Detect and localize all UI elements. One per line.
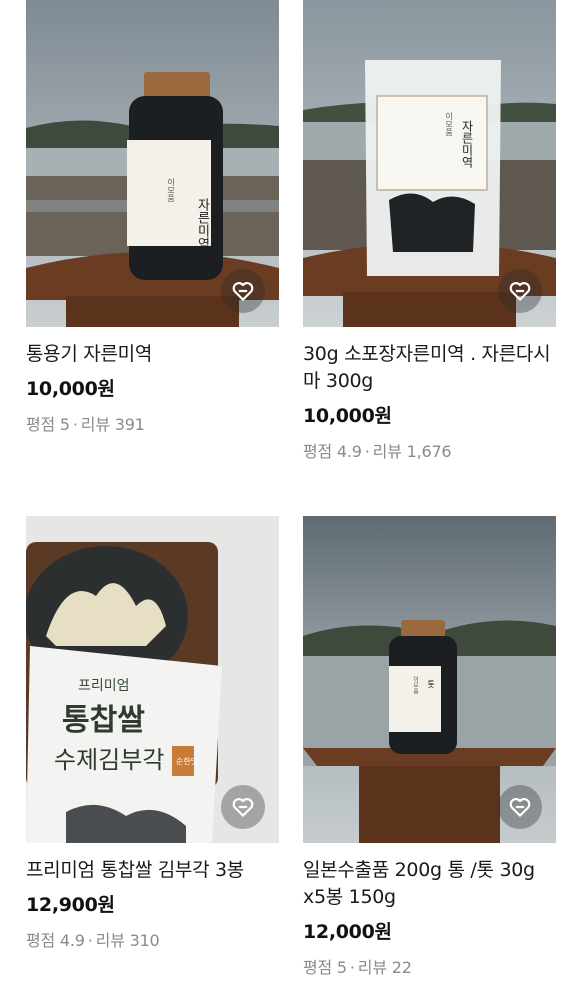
product-price: 10,000원 (26, 378, 115, 400)
product-name[interactable]: 30g 소포장자른미역 . 자른다시마 300g (303, 341, 556, 395)
review-count: 리뷰 1,676 (372, 442, 452, 461)
product-name[interactable]: 프리미엄 통찹쌀 김부각 3봉 (26, 857, 279, 884)
product-card[interactable]: 프리미엄 통찹쌀 수제김부각 순한맛 프리미엄 통찹쌀 김부각 3봉 12,90… (26, 516, 279, 951)
separator: · (72, 415, 78, 434)
review-count: 리뷰 22 (357, 958, 412, 977)
wishlist-button[interactable] (221, 269, 265, 313)
product-price: 10,000원 (303, 405, 392, 427)
product-image[interactable]: 프리미엄 통찹쌀 수제김부각 순한맛 (26, 516, 279, 843)
pouch-brand-text: 이모품 (445, 111, 454, 136)
product-meta: 평점 5 · 리뷰 22 (303, 954, 556, 978)
product-name[interactable]: 일본수출품 200g 통 /톳 30g x5봉 150g (303, 857, 556, 911)
wishlist-button[interactable] (221, 785, 265, 829)
product-image[interactable]: 자른미역 이모품 (26, 0, 279, 327)
product-meta: 평점 4.9 · 리뷰 310 (26, 927, 279, 951)
rating: 평점 4.9 (303, 442, 362, 461)
product-meta: 평점 5 · 리뷰 391 (26, 411, 279, 435)
product-image[interactable]: 자른미역 이모품 (303, 0, 556, 327)
product-image[interactable]: 톳 이모품 (303, 516, 556, 843)
pouch-label-text: 자른미역 (460, 120, 474, 168)
wishlist-button[interactable] (498, 269, 542, 313)
heart-tag-icon (232, 798, 254, 817)
bag-label-top: 프리미엄 (78, 678, 130, 694)
product-meta: 평점 4.9 · 리뷰 1,676 (303, 438, 556, 462)
bag-label-main: 통찹쌀 (62, 703, 145, 738)
review-count: 리뷰 310 (95, 931, 160, 950)
heart-tag-icon (232, 282, 254, 301)
review-count: 리뷰 391 (80, 415, 145, 434)
jar-brand-text: 이모품 (412, 675, 419, 694)
heart-tag-icon (509, 282, 531, 301)
separator: · (364, 442, 370, 461)
heart-tag-icon (509, 798, 531, 817)
rating: 평점 5 (26, 415, 70, 434)
separator: · (349, 958, 355, 977)
jar-label-text: 자른미역 (195, 198, 210, 250)
bag-label-sub: 수제김부각 (54, 746, 164, 774)
product-card[interactable]: 자른미역 이모품 30g 소포장자른미역 . 자른다시마 300g 10,000… (303, 0, 556, 462)
rating: 평점 5 (303, 958, 347, 977)
wishlist-button[interactable] (498, 785, 542, 829)
product-name[interactable]: 통용기 자른미역 (26, 341, 279, 368)
rating: 평점 4.9 (26, 931, 85, 950)
jar-label-text: 톳 (427, 680, 436, 689)
jar-brand-text: 이모품 (167, 177, 176, 202)
product-card[interactable]: 톳 이모품 일본수출품 200g 통 /톳 30g x5봉 150g 12,00… (303, 516, 556, 978)
bag-badge: 순한맛 (176, 756, 199, 766)
product-price: 12,000원 (303, 921, 392, 943)
separator: · (87, 931, 93, 950)
product-price: 12,900원 (26, 894, 115, 916)
product-card[interactable]: 자른미역 이모품 통용기 자른미역 10,000원 평점 5 · 리뷰 391 (26, 0, 279, 435)
